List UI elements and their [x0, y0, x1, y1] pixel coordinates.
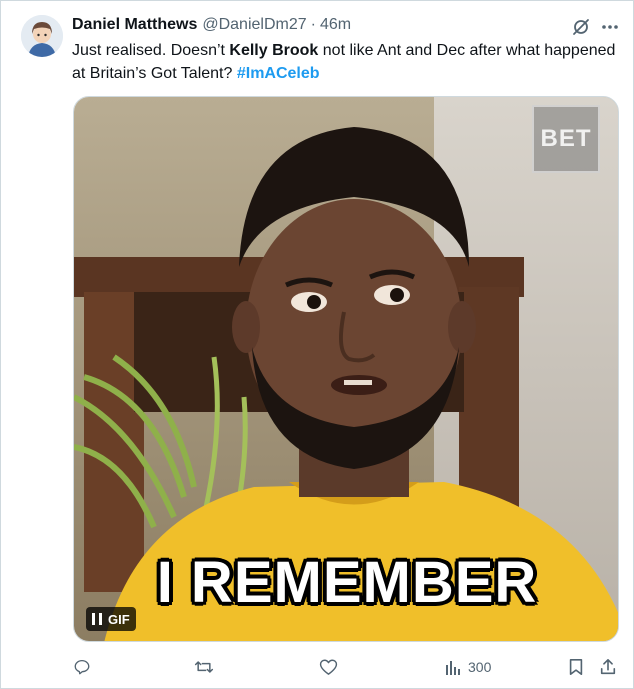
- grok-button[interactable]: [570, 16, 592, 38]
- action-bar: 300: [1, 653, 634, 681]
- bookmark-button[interactable]: [568, 653, 584, 681]
- analytics-icon: [446, 661, 460, 675]
- gif-controls[interactable]: GIF: [86, 607, 136, 631]
- bet-watermark: BET: [532, 105, 600, 173]
- retweet-icon: [194, 661, 214, 673]
- views-button[interactable]: 300: [444, 653, 491, 681]
- tweet-header: Daniel Matthews @DanielDm27 · 46m: [72, 14, 351, 36]
- gif-label: GIF: [108, 611, 130, 627]
- views-count: 300: [468, 659, 492, 675]
- author-name[interactable]: Daniel Matthews: [72, 16, 197, 34]
- tweet-card[interactable]: Daniel Matthews @DanielDm27 · 46m Just r…: [0, 0, 634, 689]
- tweet-text: Just realised. Doesn’t Kelly Brook not l…: [72, 39, 617, 85]
- avatar-image: [21, 15, 63, 57]
- reply-icon: [74, 659, 90, 675]
- bet-watermark-text: BET: [540, 125, 592, 152]
- like-button[interactable]: [319, 653, 338, 681]
- heart-icon: [319, 659, 338, 675]
- share-button[interactable]: [599, 653, 617, 681]
- more-dots-icon: [602, 25, 618, 29]
- grok-icon: [573, 19, 589, 35]
- tweet-text-bold: Kelly Brook: [229, 42, 319, 59]
- tweet-text-part-1: Just realised. Doesn’t: [72, 42, 230, 59]
- separator-dot: ·: [310, 16, 316, 33]
- bookmark-icon: [569, 658, 583, 676]
- retweet-button[interactable]: [194, 653, 214, 681]
- avatar[interactable]: [21, 15, 63, 57]
- reply-button[interactable]: [73, 653, 91, 681]
- author-handle[interactable]: @DanielDm27: [202, 16, 306, 34]
- gif-media[interactable]: BET I REMEMBER GIF: [73, 96, 619, 642]
- hashtag-link[interactable]: #ImACeleb: [237, 65, 320, 82]
- pause-icon[interactable]: [92, 613, 102, 625]
- share-icon: [600, 658, 616, 675]
- more-options-button[interactable]: [598, 16, 622, 38]
- gif-caption: I REMEMBER: [156, 550, 538, 615]
- timestamp[interactable]: 46m: [320, 16, 351, 34]
